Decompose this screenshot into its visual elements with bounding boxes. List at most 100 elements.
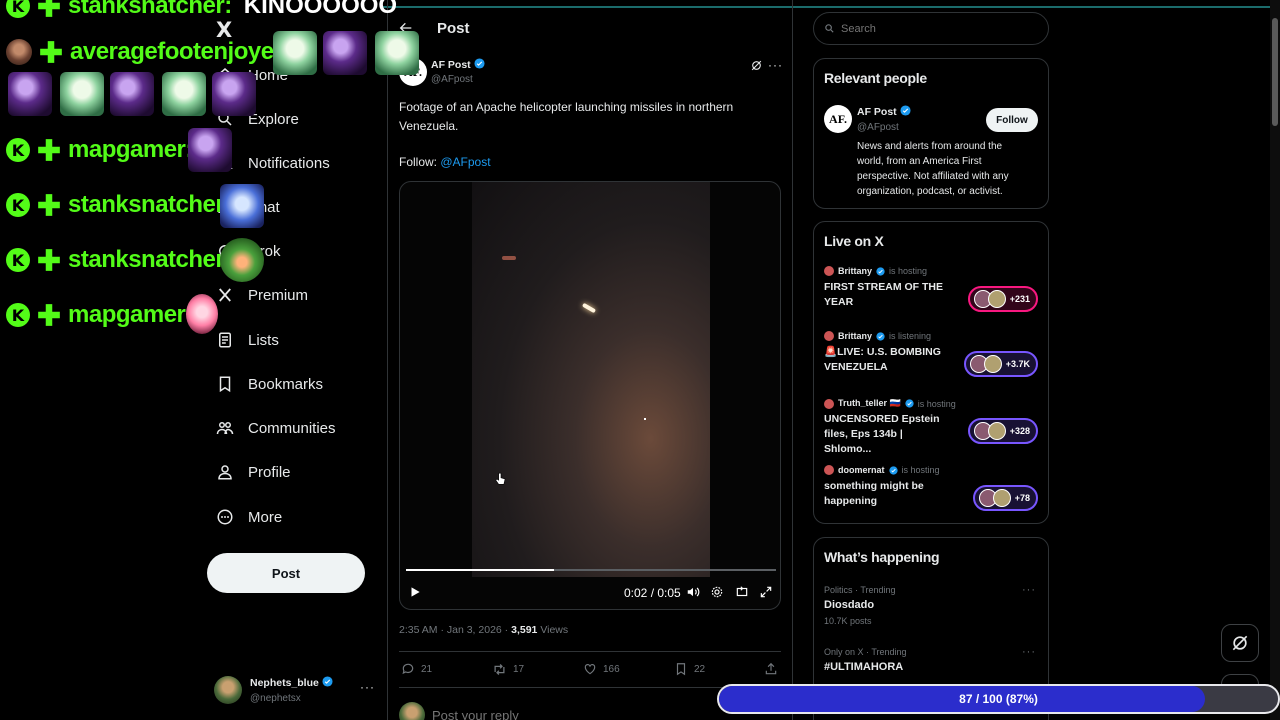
listener-avatar — [987, 422, 1006, 440]
relevant-handle: @AFpost — [857, 122, 899, 133]
reply-action[interactable]: 21 — [401, 662, 432, 676]
x-logo[interactable]: X — [216, 18, 236, 42]
live-on-x-panel: Live on X Brittany is hosting FIRST STREAM… — [813, 221, 1049, 524]
video-player[interactable]: 0:02 / 0:05 — [399, 181, 781, 610]
grok-float-button[interactable] — [1221, 624, 1259, 662]
live-listeners-pill[interactable]: +78 — [972, 485, 1038, 511]
trend-meta: Politics · Trending — [824, 585, 896, 595]
bio-line: organization, podcast, or activist. — [857, 186, 1003, 197]
scrollbar-thumb[interactable] — [1272, 18, 1278, 126]
live-host: doomernat is hosting — [824, 465, 940, 475]
host-name[interactable]: doomernat — [838, 465, 885, 475]
nav-item-notifications[interactable]: Notifications — [216, 148, 330, 178]
search-input[interactable] — [841, 22, 1041, 35]
host-avatar — [824, 266, 834, 276]
live-listeners-pill[interactable]: +3.7K — [963, 351, 1038, 377]
verified-badge-icon — [876, 266, 885, 276]
reply-avatar — [399, 702, 425, 720]
host-name[interactable]: Brittany — [838, 331, 872, 341]
nav-item-communities[interactable]: Communities — [216, 413, 336, 443]
reply-count: 21 — [421, 663, 433, 675]
kick-badge-icon: K — [6, 193, 30, 217]
fullscreen-icon[interactable] — [759, 585, 773, 599]
chat-message: Kmapgamer: — [6, 136, 193, 164]
heart-icon — [584, 664, 596, 675]
host-avatar — [824, 331, 834, 341]
trend-name[interactable]: Diosdado — [824, 599, 874, 611]
post-button[interactable]: Post — [207, 553, 365, 593]
chat-username[interactable]: stanksnatcher: — [68, 191, 232, 219]
account-switcher[interactable]: Nephets_blue @nephetsx ··· — [214, 676, 374, 708]
author-name[interactable]: AF Post — [431, 59, 471, 71]
bio-line: perspective. Not affiliated with any — [857, 171, 1009, 182]
bookmark-action[interactable]: 22 — [674, 662, 705, 676]
chat-username[interactable]: mapgamer: — [68, 136, 193, 164]
sub-badge-icon — [38, 139, 60, 161]
reply-icon — [402, 663, 414, 675]
relevant-people-panel: Relevant people AF. AF Post @AFpost Foll… — [813, 58, 1049, 209]
live-listeners-pill[interactable]: +328 — [967, 418, 1038, 444]
trend-name[interactable]: #ULTIMAHORA — [824, 661, 903, 673]
nav-item-profile[interactable]: Profile — [216, 457, 291, 487]
chat-message: Kmapgamer: — [6, 301, 193, 329]
relevant-avatar[interactable]: AF. — [824, 105, 852, 133]
follow-link[interactable]: @AFpost — [440, 155, 490, 169]
avatar — [214, 676, 242, 704]
share-icon[interactable] — [764, 662, 778, 676]
repost-action[interactable]: 17 — [492, 662, 524, 677]
trend-more-icon[interactable]: ··· — [1022, 584, 1036, 596]
nav-label: Premium — [248, 286, 309, 304]
video-time: 0:02 / 0:05 — [624, 586, 681, 600]
trend-more-icon[interactable]: ··· — [1022, 646, 1036, 658]
people-icon — [216, 419, 234, 437]
happening-title: What’s happening — [824, 549, 940, 565]
nav-item-bookmarks[interactable]: Bookmarks — [216, 369, 323, 399]
nav-item-lists[interactable]: Lists — [216, 325, 279, 355]
video-progress-bar[interactable] — [406, 569, 776, 571]
video-progress-fill — [406, 569, 554, 571]
grok-icon[interactable] — [750, 59, 764, 73]
play-icon[interactable] — [408, 585, 422, 599]
pip-icon[interactable] — [735, 585, 749, 599]
listener-avatar — [983, 355, 1002, 373]
verified-badge-icon — [876, 331, 885, 341]
live-space-title[interactable]: UNCENSORED Epstein files, Eps 134b | Shl… — [824, 412, 952, 457]
live-space-title[interactable]: FIRST STREAM OF THE YEAR — [824, 280, 952, 310]
chat-username[interactable]: stanksnatcher: — [68, 246, 232, 274]
column-divider-right — [792, 0, 793, 720]
emote-icon — [60, 72, 104, 116]
chat-username[interactable]: mapgamer: — [68, 301, 193, 329]
like-count: 166 — [603, 663, 620, 675]
nav-item-more[interactable]: More — [216, 502, 282, 532]
more-dots-icon[interactable]: ··· — [360, 680, 375, 694]
post-text-line1: Footage of an Apache helicopter launchin… — [399, 100, 734, 114]
scrollbar[interactable] — [1270, 0, 1280, 720]
video-frame — [472, 182, 710, 577]
post-date: Jan 3, 2026 — [446, 624, 502, 636]
follow-button[interactable]: Follow — [986, 108, 1038, 132]
reply-input[interactable] — [432, 704, 712, 720]
search-box[interactable] — [813, 12, 1049, 45]
repost-count: 17 — [513, 664, 525, 675]
relevant-name[interactable]: AF Post — [857, 106, 897, 118]
settings-icon[interactable] — [710, 585, 724, 599]
live-listeners-pill[interactable]: +231 — [967, 286, 1038, 312]
nav-item-premium[interactable]: Premium — [216, 280, 308, 310]
live-space-title[interactable]: something might be happening — [824, 479, 952, 509]
like-action[interactable]: 166 — [583, 662, 620, 676]
chat-username[interactable]: stanksnatcher: — [68, 0, 232, 20]
list-icon — [216, 331, 234, 349]
post-more-icon[interactable]: ··· — [768, 58, 783, 72]
host-name[interactable]: Brittany — [838, 266, 872, 276]
post-time: 2:35 AM — [399, 624, 438, 636]
nav-label: Bookmarks — [248, 375, 324, 393]
author-handle[interactable]: @AFpost — [431, 74, 473, 85]
host-name[interactable]: Truth_teller 🇷🇺 — [838, 398, 901, 409]
kick-badge-icon: K — [6, 138, 30, 162]
post-text-line2: Venezuela. — [399, 119, 459, 133]
volume-icon[interactable] — [686, 585, 700, 599]
sub-badge-icon — [38, 194, 60, 216]
live-space-title[interactable]: 🚨LIVE: U.S. BOMBING VENEZUELA — [824, 345, 952, 375]
chat-username[interactable]: averagefootenjoyer: — [70, 38, 290, 66]
listener-count: +78 — [1014, 493, 1030, 503]
